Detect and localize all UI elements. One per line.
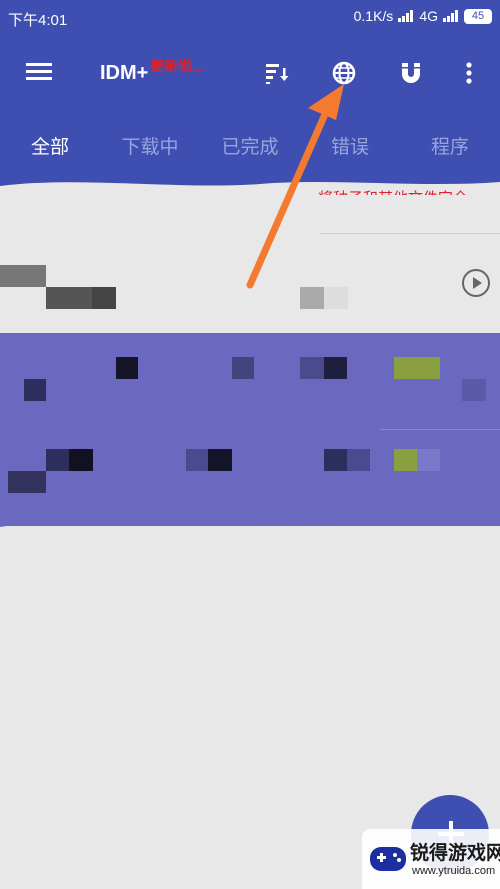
gamepad-logo-icon — [370, 847, 406, 871]
redacted-block — [347, 449, 370, 471]
status-bar: 下午4:01 0.1K/s 4G 45 — [0, 0, 500, 36]
play-icon[interactable] — [462, 269, 490, 297]
watermark-title: 锐得游戏网 — [410, 843, 500, 864]
overlay-edge — [0, 515, 500, 527]
redacted-block — [69, 449, 93, 471]
redacted-block — [394, 449, 417, 471]
redacted-block — [24, 379, 46, 401]
row-divider — [320, 233, 500, 234]
redacted-block — [8, 471, 46, 493]
redacted-block — [208, 449, 232, 471]
tab-completed[interactable]: 已完成 — [215, 132, 285, 159]
status-indicators: 0.1K/s 4G 45 — [354, 8, 492, 24]
net-speed: 0.1K/s — [353, 8, 394, 24]
redacted-download-items — [0, 333, 500, 526]
app-toolbar: IDM+ 更新啦... — [0, 36, 500, 108]
network-type: 4G — [419, 8, 438, 24]
row-divider — [380, 429, 500, 430]
battery-icon: 45 — [464, 8, 492, 24]
browser-globe-icon[interactable] — [331, 60, 357, 86]
signal-icon — [398, 10, 414, 22]
update-badge: 更新啦... — [150, 58, 204, 74]
app-title: IDM+ — [100, 62, 149, 84]
redacted-block — [324, 449, 347, 471]
sort-icon[interactable] — [264, 60, 290, 86]
menu-icon[interactable] — [26, 63, 52, 81]
tab-downloading[interactable]: 下载中 — [115, 132, 185, 159]
redacted-block — [92, 287, 116, 309]
tab-all[interactable]: 全部 — [15, 132, 85, 159]
more-vert-icon[interactable] — [456, 60, 482, 86]
watermark-url: www.ytruida.com — [412, 865, 496, 877]
tab-errors[interactable]: 错误 — [315, 132, 385, 159]
download-list-item[interactable] — [0, 195, 500, 333]
redacted-block — [300, 287, 324, 309]
tab-programs[interactable]: 程序 — [415, 132, 485, 159]
signal-icon-2 — [443, 10, 459, 22]
status-time: 下午4:01 — [8, 12, 68, 29]
redacted-block — [324, 357, 347, 379]
redacted-block — [300, 357, 324, 379]
redacted-block — [324, 287, 348, 309]
magnet-icon[interactable] — [398, 60, 424, 86]
redacted-block — [232, 357, 254, 379]
redacted-block — [186, 449, 208, 471]
redacted-block — [46, 449, 69, 471]
file-thumb — [0, 265, 46, 287]
watermark: 锐得游戏网 www.ytruida.com — [362, 829, 500, 889]
redacted-block — [462, 379, 486, 401]
redacted-block — [417, 449, 440, 471]
redacted-block — [394, 357, 440, 379]
redacted-block — [116, 357, 138, 379]
redacted-block — [46, 287, 92, 309]
